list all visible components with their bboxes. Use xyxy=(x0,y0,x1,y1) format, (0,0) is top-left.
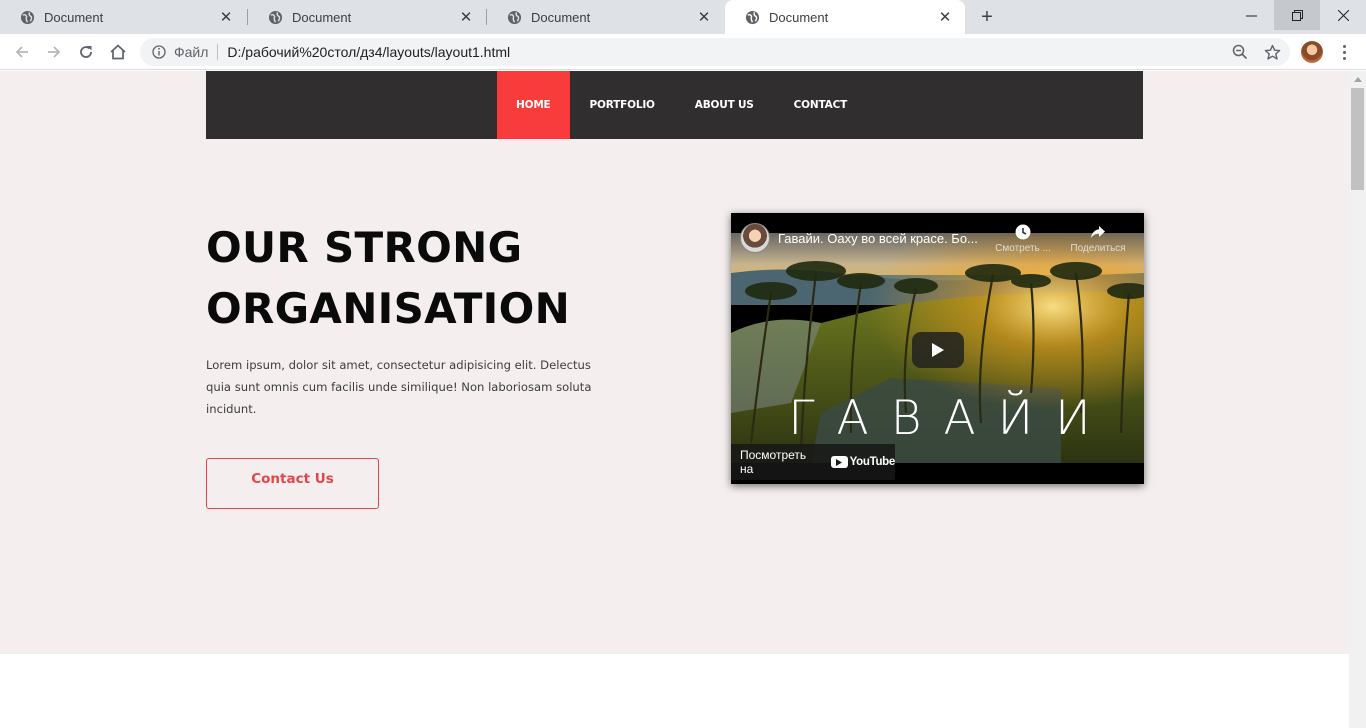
clock-icon xyxy=(1015,224,1031,240)
play-button[interactable] xyxy=(912,332,964,368)
youtube-play-icon xyxy=(830,456,848,468)
arrow-right-icon xyxy=(48,46,61,58)
contact-us-button[interactable]: Contact Us xyxy=(206,458,379,509)
watch-on-label: Посмотреть на xyxy=(740,448,807,476)
close-tab-icon[interactable]: ✕ xyxy=(458,9,474,26)
browser-toolbar: Файл D:/рабочий%20стол/дз4/layouts/layou… xyxy=(0,34,1366,70)
forward-button[interactable] xyxy=(42,40,66,64)
youtube-wordmark: YouTube xyxy=(849,456,896,468)
tab-title: Document xyxy=(531,9,591,25)
channel-avatar[interactable] xyxy=(740,223,770,253)
scrollbar-thumb[interactable] xyxy=(1351,88,1364,190)
hero-section xyxy=(0,71,1349,654)
globe-icon xyxy=(507,10,522,24)
close-window-button[interactable] xyxy=(1320,0,1366,30)
browser-tab-1[interactable]: Document ✕ xyxy=(0,0,246,34)
new-tab-button[interactable]: + xyxy=(976,6,998,28)
minimize-button[interactable] xyxy=(1228,0,1274,30)
browser-tab-4-active[interactable]: Document ✕ xyxy=(725,0,965,34)
page-scrollbar[interactable] xyxy=(1349,71,1366,728)
nav-contact[interactable]: CONTACT xyxy=(774,71,867,139)
hero-title: OUR STRONG ORGANISATION xyxy=(206,217,626,339)
nav-portfolio[interactable]: PORTFOLIO xyxy=(570,71,675,139)
browser-menu-button[interactable] xyxy=(1334,40,1354,64)
play-icon xyxy=(932,343,944,357)
browser-tab-2[interactable]: Document ✕ xyxy=(248,0,486,34)
close-window-icon xyxy=(1337,9,1349,21)
watch-later-button[interactable]: Смотреть ... xyxy=(990,222,1056,254)
arrow-left-icon xyxy=(15,46,28,58)
hero-title-line-2: ORGANISATION xyxy=(206,284,571,333)
watch-later-label: Смотреть ... xyxy=(995,243,1051,254)
share-icon xyxy=(1091,226,1105,238)
globe-icon xyxy=(268,10,283,24)
reload-button[interactable] xyxy=(74,40,98,64)
globe-icon xyxy=(745,10,760,24)
browser-tab-3[interactable]: Document ✕ xyxy=(487,0,724,34)
share-label: Поделиться xyxy=(1070,243,1126,254)
video-title[interactable]: Гавайи. Оаху во всей красе. Бо... xyxy=(778,231,988,246)
site-navbar: HOME PORTFOLIO ABOUT US CONTACT xyxy=(206,71,1143,139)
video-overlay-word: ГАВАЙИ xyxy=(788,391,1113,446)
close-tab-icon[interactable]: ✕ xyxy=(218,9,234,26)
home-button[interactable] xyxy=(106,40,130,64)
youtube-video-embed[interactable]: Гавайи. Оаху во всей красе. Бо... Смотре… xyxy=(731,213,1144,484)
minimize-icon xyxy=(1245,15,1257,16)
address-bar[interactable]: Файл D:/рабочий%20стол/дз4/layouts/layou… xyxy=(140,38,1290,66)
close-tab-icon[interactable]: ✕ xyxy=(696,9,712,26)
address-divider xyxy=(217,44,219,60)
restore-icon xyxy=(1291,9,1303,21)
page-viewport: HOME PORTFOLIO ABOUT US CONTACT OUR STRO… xyxy=(0,71,1349,728)
zoom-icon[interactable] xyxy=(1226,38,1254,66)
hero-title-line-1: OUR STRONG xyxy=(206,223,523,272)
tab-title: Document xyxy=(769,9,829,25)
bookmark-star-icon[interactable] xyxy=(1258,38,1286,66)
tab-strip: Document ✕ Document ✕ Document ✕ Documen… xyxy=(0,0,1366,34)
home-icon xyxy=(110,44,126,60)
back-button[interactable] xyxy=(10,40,34,64)
info-icon[interactable] xyxy=(151,44,167,60)
profile-avatar[interactable] xyxy=(1301,41,1323,63)
nav-about-us[interactable]: ABOUT US xyxy=(675,71,774,139)
url-text[interactable]: D:/рабочий%20стол/дз4/layouts/layout1.ht… xyxy=(227,44,510,60)
nav-home[interactable]: HOME xyxy=(497,71,570,139)
restore-button[interactable] xyxy=(1274,0,1320,30)
scroll-up-arrow-icon[interactable] xyxy=(1349,71,1366,88)
watch-on-youtube-button[interactable]: Посмотреть на YouTube xyxy=(731,444,895,480)
globe-icon xyxy=(20,10,35,24)
reload-icon xyxy=(80,46,92,58)
tab-title: Document xyxy=(44,9,104,25)
tab-title: Document xyxy=(292,9,352,25)
hero-description: Lorem ipsum, dolor sit amet, consectetur… xyxy=(206,358,592,416)
close-tab-icon[interactable]: ✕ xyxy=(937,9,953,26)
scheme-label: Файл xyxy=(174,44,209,60)
youtube-logo: YouTube xyxy=(830,456,896,468)
share-button[interactable]: Поделиться xyxy=(1065,222,1131,254)
